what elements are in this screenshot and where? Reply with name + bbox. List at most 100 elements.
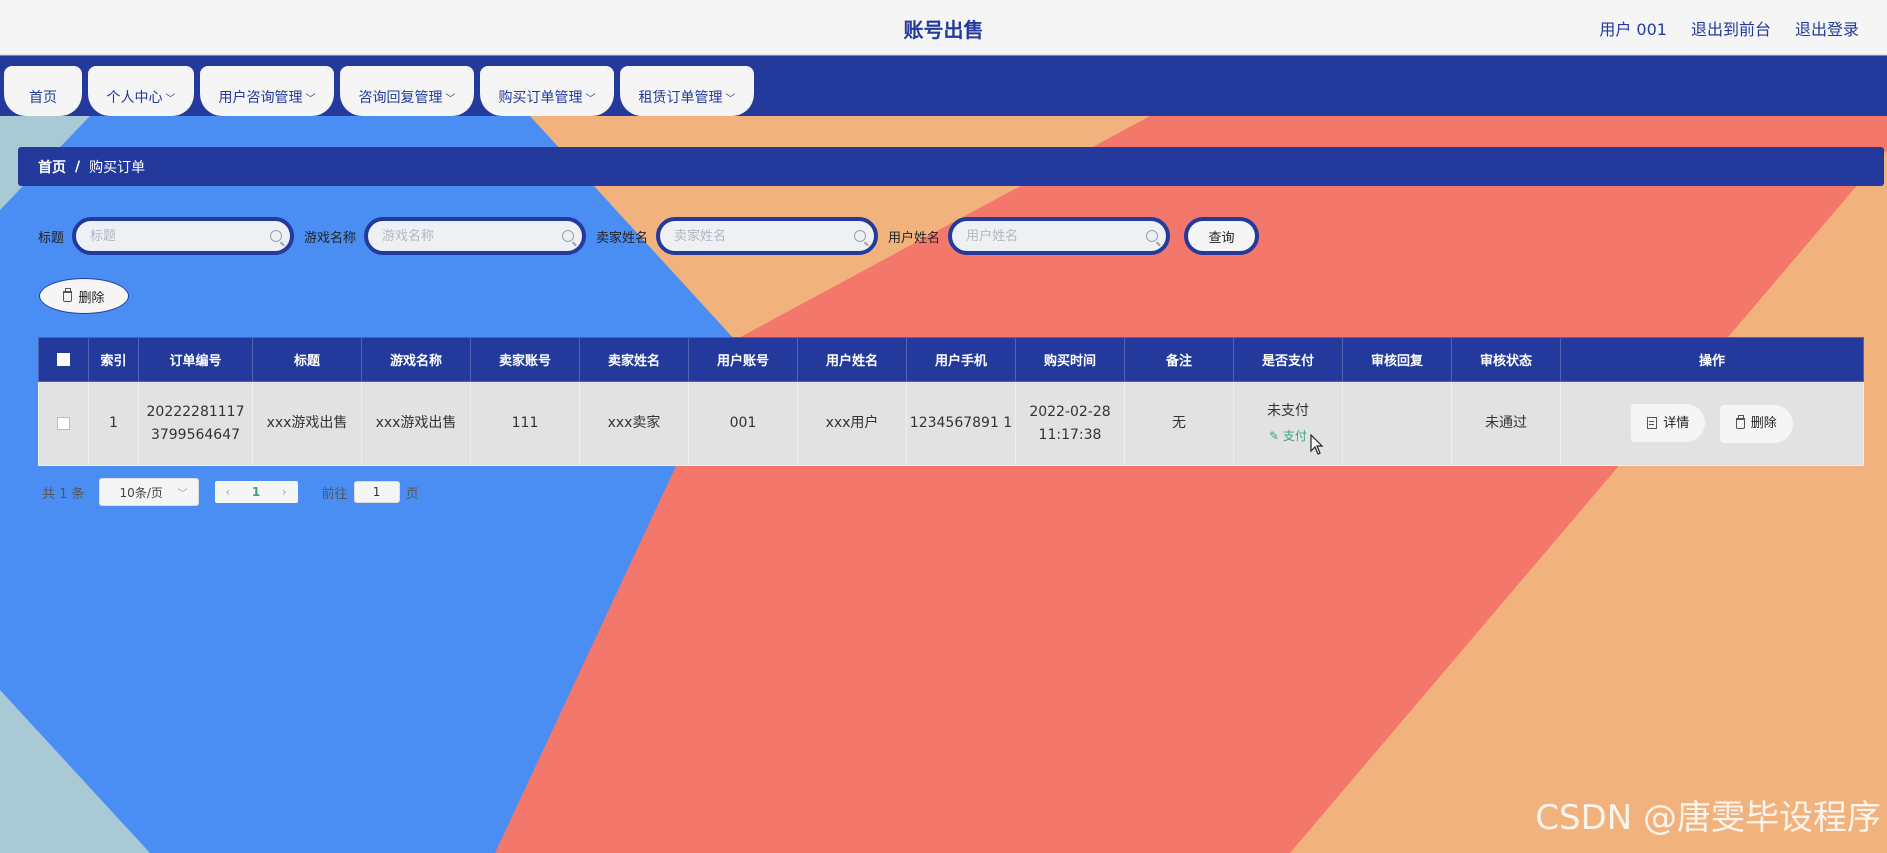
game-name-search-input[interactable] bbox=[368, 221, 583, 251]
batch-delete-label: 删除 bbox=[78, 290, 105, 306]
chevron-down-icon: ﹀ bbox=[445, 93, 456, 105]
game-name-label: 游戏名称 bbox=[304, 230, 357, 246]
cell-seller-account: 111 bbox=[470, 381, 580, 466]
col-header: 审核回复 bbox=[1342, 337, 1452, 382]
paid-status: 未支付 bbox=[1267, 402, 1309, 419]
col-header: 审核状态 bbox=[1451, 337, 1561, 382]
title-search-field bbox=[72, 217, 295, 255]
nav-tab-purchase-orders[interactable]: 购买订单管理 ﹀ bbox=[480, 66, 614, 116]
logout-link[interactable]: 退出登录 bbox=[1795, 16, 1859, 40]
nav-tab-home[interactable]: 首页 bbox=[4, 66, 82, 116]
select-all-cell bbox=[38, 337, 89, 382]
title-label: 标题 bbox=[38, 230, 65, 246]
table-row: 1 20222281117 3799564647 xxx游戏出售 xxx游戏出售… bbox=[38, 381, 1864, 466]
main-nav: 首页 个人中心 ﹀ 用户咨询管理 ﹀ 咨询回复管理 ﹀ 购买订单管理 ﹀ 租赁订单管理 ﹀ bbox=[0, 56, 1887, 116]
cell-review-status: 未通过 bbox=[1451, 381, 1561, 466]
chevron-down-icon: ﹀ bbox=[585, 93, 596, 105]
query-button[interactable]: 查询 bbox=[1184, 217, 1260, 255]
row-checkbox[interactable] bbox=[57, 416, 70, 430]
total-count: 共 1 条 bbox=[42, 486, 85, 502]
document-icon bbox=[1647, 417, 1658, 430]
col-header: 卖家账号 bbox=[470, 337, 580, 382]
page-numbers: ‹ 1 › bbox=[214, 481, 298, 503]
col-header: 操作 bbox=[1560, 337, 1864, 382]
col-header: 用户姓名 bbox=[797, 337, 907, 382]
breadcrumb-home[interactable]: 首页 bbox=[38, 157, 66, 177]
header-actions: 用户 001 退出到前台 退出登录 bbox=[1599, 16, 1859, 40]
cell-user-name: xxx用户 bbox=[797, 381, 907, 466]
pagination: 共 1 条 10条/页 ﹀ ‹ 1 › 前往 页 bbox=[42, 478, 419, 506]
cell-user-phone: 1234567891 1 bbox=[906, 381, 1016, 466]
detail-button[interactable]: 详情 bbox=[1631, 404, 1706, 443]
breadcrumb-separator: / bbox=[75, 158, 81, 175]
row-select-cell bbox=[38, 381, 89, 466]
col-header: 备注 bbox=[1124, 337, 1234, 382]
cell-order-no: 20222281117 3799564647 bbox=[138, 381, 253, 466]
top-header: 账号出售 用户 001 退出到前台 退出登录 bbox=[0, 0, 1887, 55]
next-page-icon[interactable]: › bbox=[282, 485, 287, 499]
search-bar: 标题 游戏名称 卖家姓名 用户姓名 查询 bbox=[38, 216, 1260, 256]
cell-user-account: 001 bbox=[688, 381, 798, 466]
col-header: 用户账号 bbox=[688, 337, 798, 382]
search-icon bbox=[854, 230, 867, 242]
trash-icon bbox=[63, 287, 73, 302]
watermark: CSDN @唐雯毕设程序 bbox=[1535, 798, 1881, 838]
breadcrumb-current: 购买订单 bbox=[89, 159, 146, 176]
search-icon bbox=[270, 230, 283, 242]
user-name-label: 用户姓名 bbox=[888, 230, 941, 246]
user-name-search-input[interactable] bbox=[952, 221, 1167, 251]
search-icon bbox=[562, 230, 575, 242]
mouse-cursor-icon bbox=[1310, 433, 1324, 460]
game-name-search-field bbox=[364, 217, 587, 255]
chevron-down-icon: ﹀ bbox=[305, 93, 316, 105]
col-header: 卖家姓名 bbox=[579, 337, 689, 382]
select-all-checkbox[interactable] bbox=[57, 353, 70, 366]
orders-table: 索引 订单编号 标题 游戏名称 卖家账号 卖家姓名 用户账号 用户姓名 用户手机… bbox=[38, 337, 1864, 466]
seller-name-search-field bbox=[656, 217, 879, 255]
cell-paid: 未支付 ✎ 支付 bbox=[1233, 381, 1343, 466]
nav-tab-user-consult[interactable]: 用户咨询管理 ﹀ bbox=[200, 66, 334, 116]
pay-link[interactable]: ✎ 支付 bbox=[1234, 425, 1342, 448]
page-unit-label: 页 bbox=[405, 486, 419, 502]
cell-review-reply bbox=[1342, 381, 1452, 466]
goto-page-input[interactable] bbox=[353, 481, 400, 503]
col-header: 用户手机 bbox=[906, 337, 1016, 382]
current-page[interactable]: 1 bbox=[252, 485, 260, 499]
col-header: 索引 bbox=[88, 337, 139, 382]
goto-page: 前往 页 bbox=[322, 481, 419, 503]
user-name-search-field bbox=[948, 217, 1171, 255]
row-delete-button[interactable]: 删除 bbox=[1719, 404, 1793, 443]
nav-tab-rental-orders[interactable]: 租赁订单管理 ﹀ bbox=[620, 66, 754, 116]
seller-name-search-input[interactable] bbox=[660, 221, 875, 251]
col-header: 订单编号 bbox=[138, 337, 253, 382]
cell-index: 1 bbox=[88, 381, 139, 466]
current-user-label: 用户 001 bbox=[1599, 20, 1667, 39]
page-size-select[interactable]: 10条/页 ﹀ bbox=[98, 478, 199, 506]
chevron-down-icon: ﹀ bbox=[165, 93, 176, 105]
cell-seller-name: xxx卖家 bbox=[579, 381, 689, 466]
chevron-down-icon: ﹀ bbox=[725, 93, 736, 105]
trash-icon bbox=[1735, 415, 1745, 430]
seller-name-label: 卖家姓名 bbox=[596, 230, 649, 246]
edit-icon: ✎ bbox=[1269, 428, 1283, 443]
goto-label: 前往 bbox=[321, 486, 348, 502]
cell-purchase-time: 2022-02-28 11:17:38 bbox=[1015, 381, 1125, 466]
nav-tab-consult-reply[interactable]: 咨询回复管理 ﹀ bbox=[340, 66, 474, 116]
col-header: 游戏名称 bbox=[361, 337, 471, 382]
col-header: 是否支付 bbox=[1233, 337, 1343, 382]
exit-to-front-link[interactable]: 退出到前台 bbox=[1691, 16, 1771, 40]
cell-actions: 详情 删除 bbox=[1560, 381, 1864, 466]
chevron-down-icon: ﹀ bbox=[177, 488, 188, 500]
cell-game: xxx游戏出售 bbox=[361, 381, 471, 466]
cell-remark: 无 bbox=[1124, 381, 1234, 466]
cell-title: xxx游戏出售 bbox=[252, 381, 362, 466]
prev-page-icon[interactable]: ‹ bbox=[225, 485, 230, 499]
batch-delete-button[interactable]: 删除 bbox=[39, 278, 129, 314]
search-icon bbox=[1146, 230, 1159, 242]
nav-tab-personal-center[interactable]: 个人中心 ﹀ bbox=[88, 66, 194, 116]
col-header: 标题 bbox=[252, 337, 362, 382]
table-header-row: 索引 订单编号 标题 游戏名称 卖家账号 卖家姓名 用户账号 用户姓名 用户手机… bbox=[38, 337, 1864, 382]
col-header: 购买时间 bbox=[1015, 337, 1125, 382]
breadcrumb: 首页 / 购买订单 bbox=[18, 147, 1884, 186]
title-search-input[interactable] bbox=[76, 221, 291, 251]
